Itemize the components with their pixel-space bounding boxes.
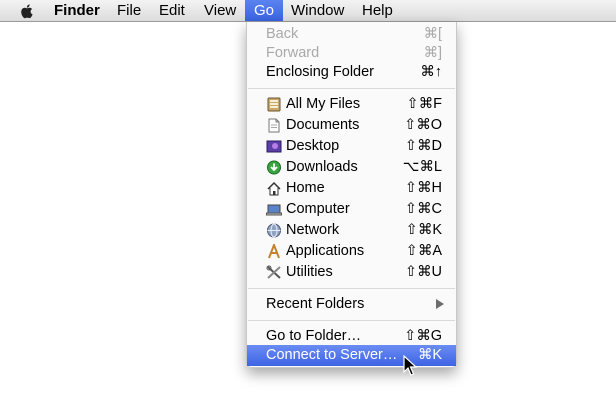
shortcut: ⇧⌘G — [404, 328, 442, 344]
utilities-icon — [266, 265, 281, 279]
menu-item-label: Home — [286, 180, 325, 196]
menu-item-home[interactable]: Home ⇧⌘H — [247, 178, 456, 199]
menu-separator — [248, 320, 455, 321]
menu-item-label: Computer — [286, 201, 350, 217]
network-icon — [267, 223, 281, 238]
menu-item-connect-to-server[interactable]: Connect to Server… ⌘K — [247, 345, 456, 366]
menu-item-enclosing-folder[interactable]: Enclosing Folder ⌘↑ — [247, 62, 456, 83]
menubar-view[interactable]: View — [195, 0, 245, 21]
applications-icon — [268, 244, 280, 259]
menu-item-label: Forward — [266, 45, 320, 61]
shortcut: ⇧⌘A — [405, 243, 442, 259]
menubar-finder[interactable]: Finder — [45, 0, 109, 21]
menu-separator — [248, 88, 455, 89]
menu-separator — [248, 288, 455, 289]
shortcut: ⌘[ — [423, 26, 442, 42]
menu-item-applications[interactable]: Applications ⇧⌘A — [247, 241, 456, 262]
menu-item-go-to-folder[interactable]: Go to Folder… ⇧⌘G — [247, 326, 456, 347]
menu-item-desktop[interactable]: Desktop ⇧⌘D — [247, 136, 456, 157]
computer-icon — [266, 204, 282, 216]
menu-item-label: Connect to Server… — [266, 347, 398, 363]
menubar-file[interactable]: File — [108, 0, 150, 21]
menu-item-label: Go to Folder… — [266, 328, 362, 344]
menu-item-label: Downloads — [286, 159, 358, 175]
menu-item-label: All My Files — [286, 96, 361, 112]
menu-item-label: Network — [286, 222, 340, 238]
shortcut: ⇧⌘H — [404, 180, 442, 196]
menu-item-network[interactable]: Network ⇧⌘K — [247, 220, 456, 241]
menu-item-recent-folders[interactable]: Recent Folders — [247, 294, 456, 315]
shortcut: ⇧⌘D — [404, 138, 442, 154]
menu-item-label: Desktop — [286, 138, 340, 154]
home-icon — [267, 181, 281, 196]
shortcut: ⌥⌘L — [402, 159, 442, 175]
menu-item-documents[interactable]: Documents ⇧⌘O — [247, 115, 456, 136]
menu-item-label: Recent Folders — [266, 296, 365, 312]
apple-logo-icon[interactable] — [18, 2, 36, 20]
menu-item-downloads[interactable]: Downloads ⌥⌘L — [247, 157, 456, 178]
documents-icon — [268, 118, 280, 133]
menu-bar: Finder File Edit View Go Window Help — [0, 0, 616, 22]
menu-item-all-my-files[interactable]: All My Files ⇧⌘F — [247, 94, 456, 115]
downloads-icon — [267, 160, 281, 175]
desktop-icon — [266, 140, 282, 153]
menu-item-label: Utilities — [286, 264, 333, 280]
shortcut: ⌘] — [423, 45, 442, 61]
shortcut: ⇧⌘K — [405, 222, 442, 238]
menu-item-label: Back — [266, 26, 299, 42]
mouse-pointer-icon — [403, 355, 417, 376]
shortcut: ⇧⌘U — [404, 264, 442, 280]
shortcut: ⇧⌘C — [404, 201, 442, 217]
menu-item-utilities[interactable]: Utilities ⇧⌘U — [247, 262, 456, 283]
menubar-go[interactable]: Go — [245, 0, 284, 21]
menubar-edit[interactable]: Edit — [150, 0, 194, 21]
menu-item-back[interactable]: Back ⌘[ — [247, 24, 456, 45]
menu-item-label: Enclosing Folder — [266, 64, 374, 80]
shortcut: ⌘↑ — [420, 64, 442, 80]
shortcut: ⌘K — [417, 347, 442, 363]
go-menu: Back ⌘[ Forward ⌘] Enclosing Folder ⌘↑ A… — [246, 22, 457, 368]
shortcut: ⇧⌘O — [404, 117, 442, 133]
menubar-help[interactable]: Help — [353, 0, 402, 21]
menubar-window[interactable]: Window — [282, 0, 353, 21]
all-my-files-icon — [267, 97, 281, 112]
shortcut: ⇧⌘F — [406, 96, 442, 112]
submenu-arrow-icon — [436, 299, 444, 309]
menu-item-computer[interactable]: Computer ⇧⌘C — [247, 199, 456, 220]
menu-item-label: Applications — [286, 243, 365, 259]
menu-item-label: Documents — [286, 117, 360, 133]
menu-item-forward[interactable]: Forward ⌘] — [247, 43, 456, 64]
